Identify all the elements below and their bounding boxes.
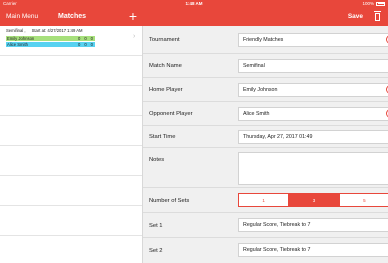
away-set-score: 0 <box>84 42 87 47</box>
home-player-score-bar: Emily Johnson 0 0 0 <box>6 36 95 41</box>
page-title: Matches <box>58 13 87 20</box>
battery-status: 100% <box>362 0 385 7</box>
sets-option-5[interactable]: 5 <box>340 194 388 206</box>
start-time-label: Start Time <box>149 134 176 140</box>
set-1-label: Set 1 <box>149 223 163 229</box>
trash-icon[interactable] <box>374 11 381 21</box>
set-1-field[interactable]: Regular Score, Tiebreak to 7 <box>238 218 388 232</box>
number-of-sets-row: Number of Sets 1 3 5 <box>143 188 388 213</box>
opponent-player-field[interactable]: Alice Smith <box>238 107 388 121</box>
save-button[interactable]: Save <box>348 12 363 21</box>
main-menu-button[interactable]: Main Menu <box>6 12 38 21</box>
list-divider <box>0 55 142 56</box>
set-2-field[interactable]: Regular Score, Tiebreak to 7 <box>238 243 388 257</box>
list-divider <box>0 175 142 176</box>
add-match-button[interactable]: + <box>129 7 137 25</box>
home-player-row: Home Player Emily Johnson <box>143 78 388 102</box>
number-of-sets-label: Number of Sets <box>149 198 190 204</box>
match-start: Start at: 4/27/2017 1:49 AM <box>31 28 83 33</box>
home-set-score: 0 <box>84 36 87 41</box>
navigation-bar: Main Menu Matches + Save <box>0 7 388 26</box>
away-player-name: Alice Smith <box>7 42 28 47</box>
home-player-scores: 0 0 0 <box>78 36 93 41</box>
match-title: Semifinal , <box>6 28 26 33</box>
home-player-name: Emily Johnson <box>7 36 35 41</box>
notes-textarea[interactable] <box>238 152 388 185</box>
start-time-row: Start Time Thursday, Apr 27, 2017 01:49 <box>143 126 388 148</box>
battery-percent: 100% <box>362 1 374 6</box>
away-player-score-bar: Alice Smith 0 0 0 <box>6 42 95 47</box>
home-player-label: Home Player <box>149 87 183 93</box>
sidebar-header: Main Menu Matches + <box>0 7 143 26</box>
list-divider <box>0 145 142 146</box>
home-set-score: 0 <box>77 36 81 41</box>
match-name-field[interactable]: Semifinal <box>238 59 388 73</box>
set-1-row: Set 1 Regular Score, Tiebreak to 7 <box>143 213 388 238</box>
home-set-score: 0 <box>90 36 93 41</box>
home-player-field[interactable]: Emily Johnson <box>238 83 388 97</box>
clock: 1:48 AM <box>185 1 203 6</box>
set-2-row: Set 2 Regular Score, Tiebreak to 7 <box>143 238 388 263</box>
match-list: Semifinal , Start at: 4/27/2017 1:49 AM E… <box>0 26 143 263</box>
sets-option-3[interactable]: 3 <box>289 194 340 206</box>
set-2-label: Set 2 <box>149 248 163 254</box>
tournament-field[interactable]: Friendly Matches <box>238 33 388 47</box>
match-summary: Semifinal , Start at: 4/27/2017 1:49 AM <box>6 28 83 34</box>
notes-label: Notes <box>149 157 165 163</box>
chevron-right-icon: › <box>133 33 136 40</box>
away-set-score: 0 <box>90 42 93 47</box>
list-divider <box>0 115 142 116</box>
opponent-player-label: Opponent Player <box>149 111 193 117</box>
trash-lid <box>374 11 381 12</box>
match-name-row: Match Name Semifinal <box>143 54 388 78</box>
away-set-score: 0 <box>77 42 81 47</box>
away-player-scores: 0 0 0 <box>78 42 93 47</box>
battery-icon <box>376 1 385 6</box>
notes-row: Notes <box>143 148 388 188</box>
status-bar: Carrier 1:48 AM 100% <box>0 0 388 7</box>
list-divider <box>0 85 142 86</box>
tournament-row: Tournament Friendly Matches <box>143 26 388 54</box>
list-divider <box>0 235 142 236</box>
tournament-label: Tournament <box>149 37 180 43</box>
trash-can <box>375 13 380 21</box>
start-time-field[interactable]: Thursday, Apr 27, 2017 01:49 <box>238 130 388 144</box>
match-list-item[interactable]: Semifinal , Start at: 4/27/2017 1:49 AM E… <box>0 26 142 55</box>
sets-option-1[interactable]: 1 <box>239 194 290 206</box>
sets-segmented-control: 1 3 5 <box>238 193 388 207</box>
match-name-label: Match Name <box>149 63 182 69</box>
list-divider <box>0 205 142 206</box>
opponent-player-row: Opponent Player Alice Smith <box>143 102 388 126</box>
match-form: Tournament Friendly Matches Match Name S… <box>143 26 388 263</box>
